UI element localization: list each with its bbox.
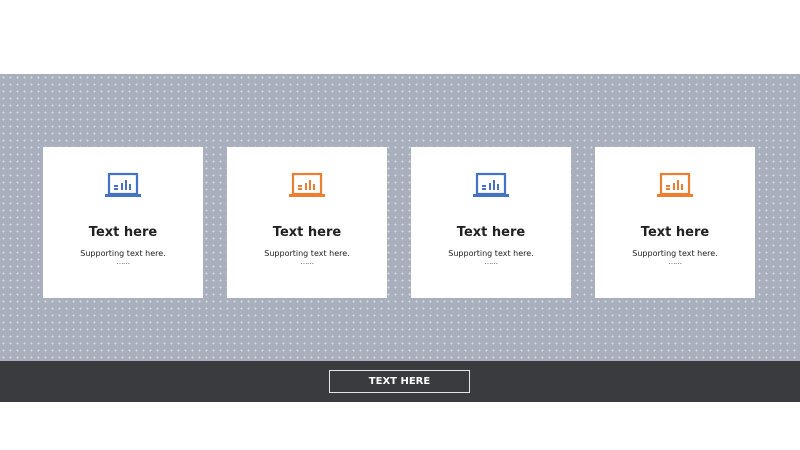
card-ellipsis: …… <box>116 258 131 266</box>
laptop-chart-icon <box>655 172 695 202</box>
card-title: Text here <box>456 225 526 240</box>
card-supporting-text: Supporting text here. <box>264 249 350 258</box>
card-supporting-text: Supporting text here. <box>80 249 166 258</box>
card-title: Text here <box>88 225 158 240</box>
card-supporting-text: Supporting text here. <box>448 249 534 258</box>
card-title: Text here <box>272 225 342 240</box>
card-title: Text here <box>640 225 710 240</box>
card-ellipsis: …… <box>300 258 315 266</box>
feature-card-1: Text here Supporting text here. …… <box>43 147 203 298</box>
laptop-chart-icon <box>287 172 327 202</box>
laptop-chart-icon <box>103 172 143 202</box>
card-ellipsis: …… <box>668 258 683 266</box>
feature-card-3: Text here Supporting text here. …… <box>411 147 571 298</box>
footer-bar: TEXT HERE <box>0 361 800 402</box>
feature-card-4: Text here Supporting text here. …… <box>595 147 755 298</box>
card-supporting-text: Supporting text here. <box>632 249 718 258</box>
feature-card-2: Text here Supporting text here. …… <box>227 147 387 298</box>
laptop-chart-icon <box>471 172 511 202</box>
card-ellipsis: …… <box>484 258 499 266</box>
footer-cta-button[interactable]: TEXT HERE <box>329 370 470 393</box>
